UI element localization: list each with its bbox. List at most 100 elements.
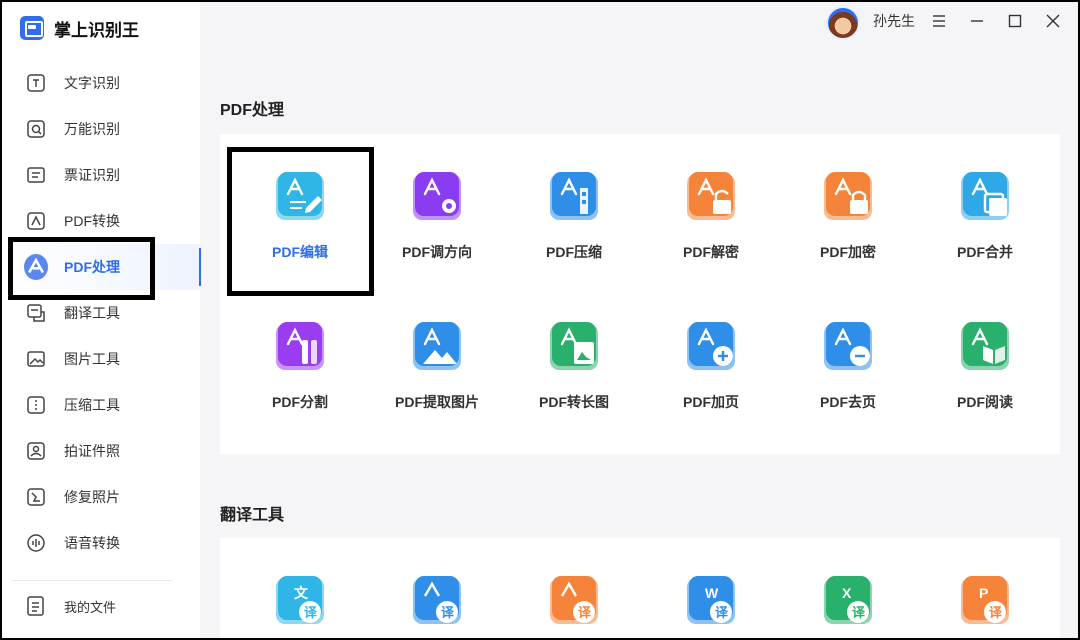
minimize-button[interactable] <box>966 10 988 32</box>
pdf-tool-tile[interactable]: PDF压缩 <box>514 144 634 284</box>
section-title-pdf: PDF处理 <box>220 102 285 119</box>
word-translate-icon: W译 <box>683 572 739 628</box>
pdf-process-icon <box>24 254 48 280</box>
ppt-translate-icon: P译 <box>957 572 1013 628</box>
menu-button[interactable] <box>928 10 950 32</box>
sidebar-item-4[interactable]: PDF处理 <box>2 244 200 290</box>
pdf-tool-tile[interactable]: PDF加密 <box>788 144 908 284</box>
voice-icon <box>24 531 48 555</box>
pdf-tool-tile[interactable]: PDF提取图片 <box>377 294 497 434</box>
text-scan-icon <box>24 71 48 95</box>
sidebar-item-1[interactable]: 万能识别 <box>2 106 200 152</box>
excel-translate-icon: X译 <box>820 572 876 628</box>
translate-tool-tile[interactable]: X译 <box>788 548 908 638</box>
pdf-tool-tile[interactable]: PDF编辑 <box>240 144 360 284</box>
sidebar-nav: 文字识别万能识别票证识别 PDF转换 PDF处理翻译工具图片工具压缩工具拍证件照修复… <box>2 60 200 566</box>
sidebar-item-label: 修复照片 <box>64 489 120 505</box>
tile-label: PDF解密 <box>683 244 739 260</box>
sidebar-item-label: PDF处理 <box>64 259 120 275</box>
pdf-tool-tile[interactable]: PDF分割 <box>240 294 360 434</box>
close-icon <box>1046 14 1060 28</box>
tile-label: PDF加密 <box>820 244 876 260</box>
pdf-tool-tile[interactable]: PDF去页 <box>788 294 908 434</box>
pdf-long-image-icon <box>546 318 602 374</box>
brand: 掌上识别王 <box>20 14 139 42</box>
svg-text:X: X <box>842 585 852 601</box>
pdf-extract-image-icon <box>409 318 465 374</box>
maximize-icon <box>1008 14 1022 28</box>
pdf-read-icon <box>957 318 1013 374</box>
my-files-label: 我的文件 <box>64 599 117 615</box>
ticket-icon <box>24 163 48 187</box>
sidebar-item-0[interactable]: 文字识别 <box>2 60 200 106</box>
sidebar: 掌上识别王 文字识别万能识别票证识别 PDF转换 PDF处理翻译工具图片工具压缩工具… <box>2 2 201 638</box>
minimize-icon <box>971 20 983 22</box>
pdf-remove-page-icon <box>820 318 876 374</box>
sidebar-item-3[interactable]: PDF转换 <box>2 198 200 244</box>
translate-tool-tile[interactable]: 译 <box>514 548 634 638</box>
sidebar-item-label: 图片工具 <box>64 351 120 367</box>
tile-label: PDF调方向 <box>402 244 472 260</box>
translate-tool-tile[interactable]: P译 <box>925 548 1045 638</box>
active-indicator <box>199 248 201 286</box>
tile-label: PDF阅读 <box>957 394 1013 410</box>
translate-icon <box>24 301 48 325</box>
sidebar-item-label: 票证识别 <box>64 167 120 183</box>
pdf-translate-icon: 译 <box>546 572 602 628</box>
svg-text:译: 译 <box>715 606 729 621</box>
svg-text:译: 译 <box>578 606 592 621</box>
pdf-tool-tile[interactable]: PDF解密 <box>651 144 771 284</box>
user-name[interactable]: 孙先生 <box>873 11 915 31</box>
id-photo-icon <box>24 439 48 463</box>
pdf-tool-tile[interactable]: PDF加页 <box>651 294 771 434</box>
pdf-tool-tile[interactable]: PDF阅读 <box>925 294 1045 434</box>
tile-label: PDF转长图 <box>539 394 609 410</box>
sidebar-item-label: 拍证件照 <box>64 443 120 459</box>
sidebar-item-6[interactable]: 图片工具 <box>2 336 200 382</box>
svg-text:译: 译 <box>304 606 318 621</box>
pdf-decrypt-icon <box>683 168 739 224</box>
svg-text:P: P <box>979 585 988 601</box>
image-translate-icon: 译 <box>409 572 465 628</box>
sidebar-item-label: 语音转换 <box>64 535 120 551</box>
sidebar-item-label: 万能识别 <box>64 121 120 137</box>
section-title-translate: 翻译工具 <box>220 507 285 524</box>
translate-tool-tile[interactable]: 译 <box>377 548 497 638</box>
app-logo-icon <box>20 16 44 40</box>
sidebar-item-9[interactable]: 修复照片 <box>2 474 200 520</box>
pdf-rotate-icon <box>409 168 465 224</box>
svg-text:文: 文 <box>294 585 309 601</box>
sidebar-item-label: 压缩工具 <box>64 397 120 413</box>
sidebar-item-label: PDF转换 <box>64 213 120 229</box>
pdf-tool-tile[interactable]: PDF合并 <box>925 144 1045 284</box>
pdf-tool-tile[interactable]: PDF转长图 <box>514 294 634 434</box>
svg-text:译: 译 <box>441 606 455 621</box>
app-window: 掌上识别王 文字识别 万能识别 票证识别 PDF转换 PDF处理 翻译工具 图片工具 压缩工具… <box>2 2 1078 638</box>
tile-label: PDF压缩 <box>546 244 602 260</box>
image-icon <box>24 347 48 371</box>
tile-label: PDF加页 <box>683 394 739 410</box>
pdf-convert-icon <box>24 209 48 233</box>
pdf-tool-tile[interactable]: PDF调方向 <box>377 144 497 284</box>
close-button[interactable] <box>1042 10 1064 32</box>
pdf-split-icon <box>272 318 328 374</box>
sidebar-item-10[interactable]: 语音转换 <box>2 520 200 566</box>
sidebar-item-label: 翻译工具 <box>64 305 120 321</box>
pdf-tools-panel: PDF编辑 PDF调方向 PDF压缩 PDF解密 PDF加密 PDF合并 PDF分割 PDF提… <box>220 134 1060 454</box>
sidebar-item-2[interactable]: 票证识别 <box>2 152 200 198</box>
sidebar-item-7[interactable]: 压缩工具 <box>2 382 200 428</box>
sidebar-item-8[interactable]: 拍证件照 <box>2 428 200 474</box>
maximize-button[interactable] <box>1004 10 1026 32</box>
sidebar-item-5[interactable]: 翻译工具 <box>2 290 200 336</box>
search-doc-icon <box>24 117 48 141</box>
pdf-add-page-icon <box>683 318 739 374</box>
translate-tools-panel: 文译译译W译X译P译 <box>220 538 1060 638</box>
my-files-link[interactable]: 我的文件 <box>24 594 116 618</box>
svg-text:译: 译 <box>852 606 866 621</box>
translate-tool-tile[interactable]: W译 <box>651 548 771 638</box>
sidebar-divider <box>12 580 172 581</box>
user-avatar[interactable] <box>826 6 860 40</box>
translate-tool-tile[interactable]: 文译 <box>240 548 360 638</box>
tile-label: PDF分割 <box>272 394 328 410</box>
menu-icon <box>933 15 945 27</box>
